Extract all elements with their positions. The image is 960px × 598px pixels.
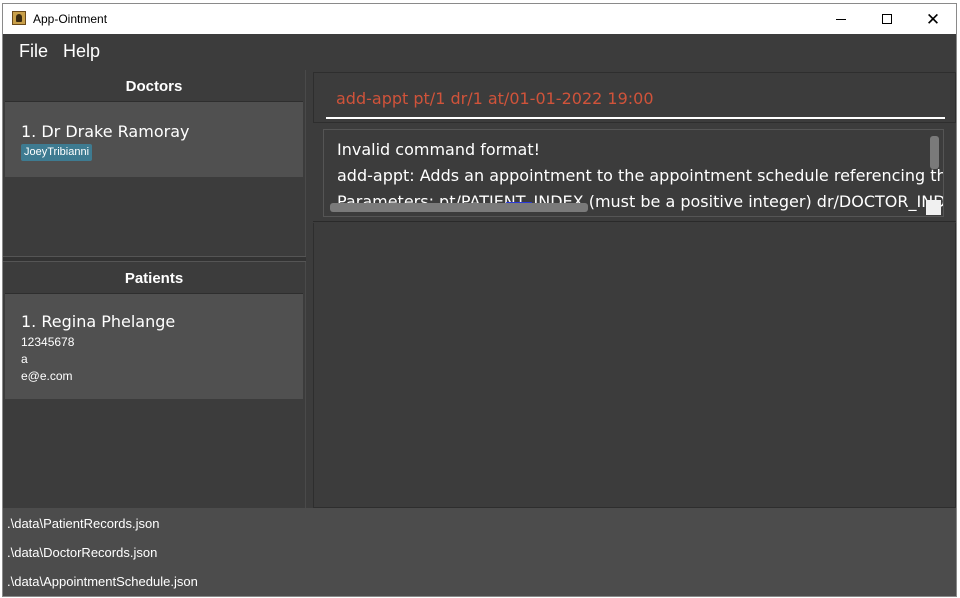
- result-display-container: Invalid command format! add-appt: Adds a…: [313, 125, 956, 222]
- result-display[interactable]: Invalid command format! add-appt: Adds a…: [323, 129, 944, 217]
- command-underline: [326, 117, 945, 119]
- patients-file-path: .\data\PatientRecords.json: [7, 516, 160, 531]
- close-button[interactable]: ✕: [910, 4, 956, 34]
- status-bar: .\data\PatientRecords.json .\data\Doctor…: [3, 508, 956, 596]
- horizontal-scrollbar[interactable]: [330, 203, 588, 212]
- doctors-header: Doctors: [5, 72, 303, 102]
- minimize-icon: [836, 18, 846, 20]
- split-pane-divider[interactable]: [3, 256, 306, 262]
- maximize-button[interactable]: [864, 4, 910, 34]
- maximize-icon: [882, 14, 892, 24]
- window-title: App-Ointment: [33, 12, 108, 26]
- app-window: App-Ointment ✕ File Help Doctors 1. Dr D…: [2, 3, 957, 597]
- result-line-2: add-appt: Adds an appointment to the app…: [337, 166, 944, 185]
- scroll-corner: [926, 200, 941, 215]
- minimize-button[interactable]: [818, 4, 864, 34]
- patients-header: Patients: [5, 264, 303, 294]
- doctor-card[interactable]: 1. Dr Drake Ramoray JoeyTribianni: [5, 102, 303, 177]
- doctors-file-path: .\data\DoctorRecords.json: [7, 545, 158, 560]
- menu-bar: File Help: [3, 34, 956, 70]
- right-column: add-appt pt/1 dr/1 at/01-01-2022 19:00 I…: [313, 70, 956, 508]
- patients-list[interactable]: 1. Regina Phelange 12345678 a e@e.com: [5, 294, 303, 504]
- command-box[interactable]: add-appt pt/1 dr/1 at/01-01-2022 19:00: [313, 72, 956, 123]
- patient-email: e@e.com: [21, 369, 73, 383]
- patient-card[interactable]: 1. Regina Phelange 12345678 a e@e.com: [5, 294, 303, 399]
- doctor-name: 1. Dr Drake Ramoray: [21, 122, 190, 141]
- app-ointment-icon: [12, 11, 26, 25]
- command-input[interactable]: add-appt pt/1 dr/1 at/01-01-2022 19:00: [336, 89, 654, 108]
- patient-name: 1. Regina Phelange: [21, 312, 176, 331]
- left-column: Doctors 1. Dr Drake Ramoray JoeyTribiann…: [3, 70, 306, 508]
- doctors-list[interactable]: 1. Dr Drake Ramoray JoeyTribianni: [5, 102, 303, 254]
- vertical-scrollbar[interactable]: [930, 136, 939, 169]
- appointments-file-path: .\data\AppointmentSchedule.json: [7, 574, 198, 589]
- doctor-tag: JoeyTribianni: [21, 144, 93, 161]
- menu-file[interactable]: File: [19, 41, 48, 62]
- result-line-1: Invalid command format!: [337, 140, 541, 159]
- menu-help[interactable]: Help: [63, 41, 100, 62]
- patient-phone: 12345678: [21, 335, 75, 349]
- close-icon: ✕: [925, 9, 941, 29]
- patient-address: a: [21, 352, 28, 366]
- title-bar[interactable]: App-Ointment ✕: [3, 4, 956, 34]
- appointment-panel: [313, 223, 956, 508]
